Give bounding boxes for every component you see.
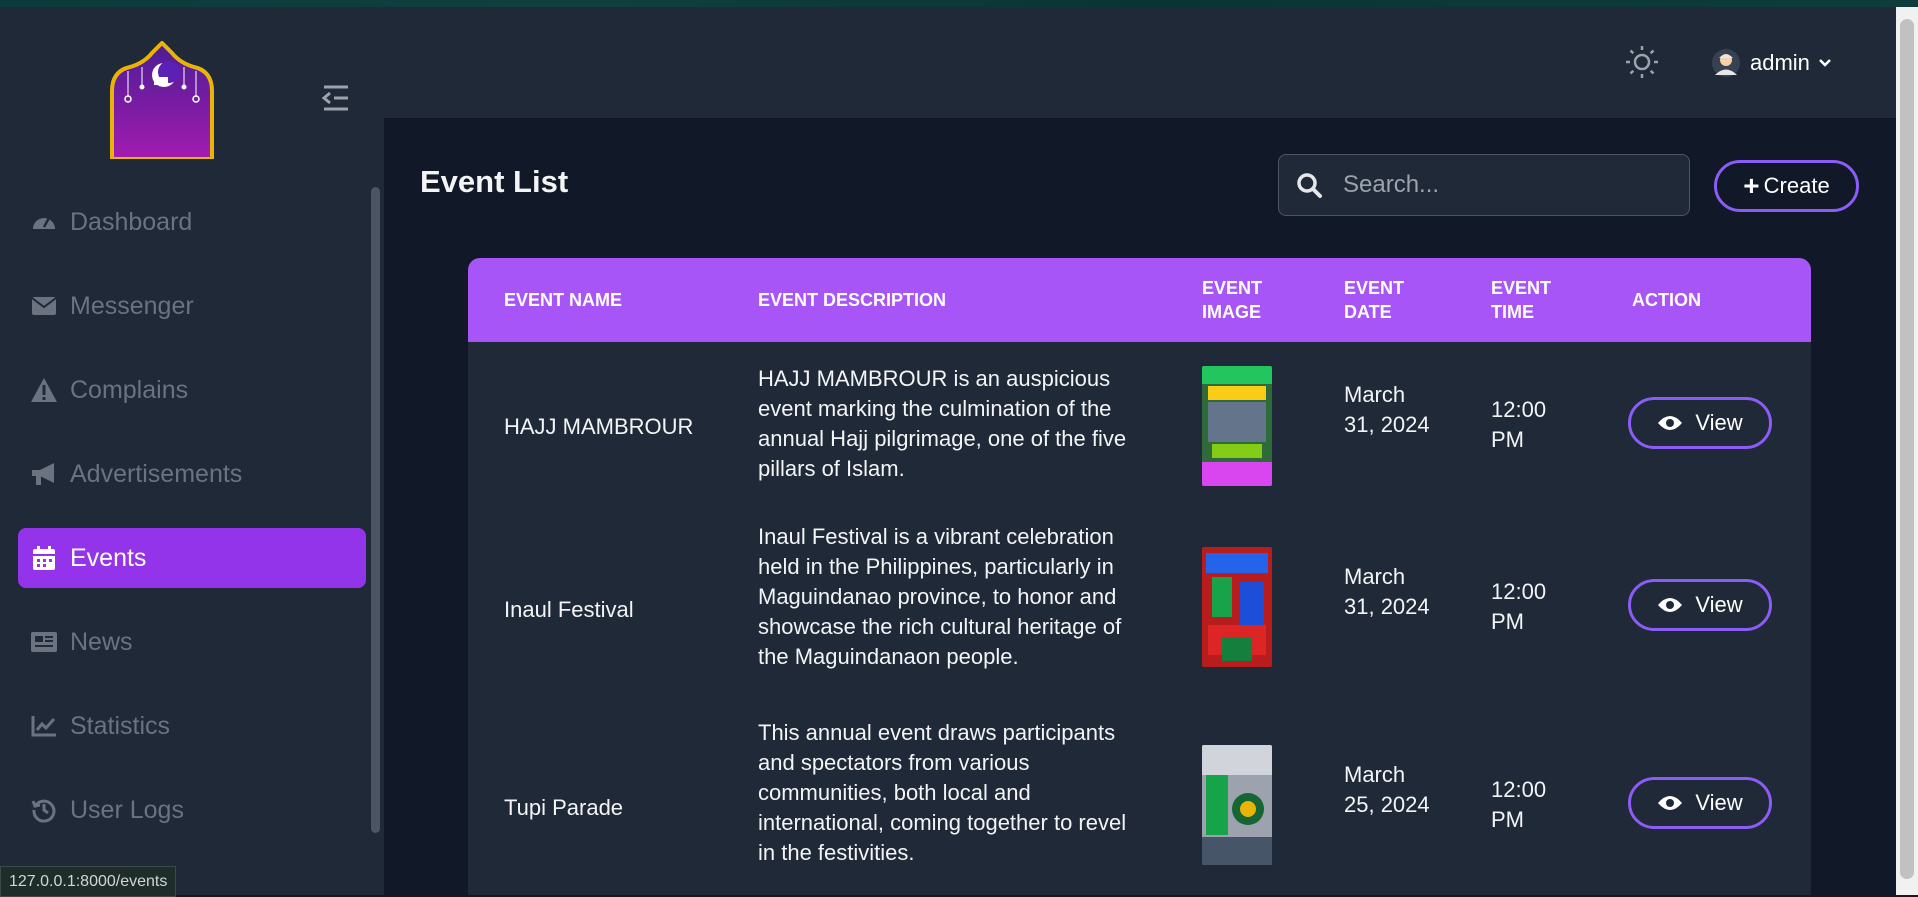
search-box [1278,154,1690,216]
history-icon [30,796,58,824]
plus-icon: + [1743,170,1760,201]
view-button[interactable]: View [1628,397,1772,449]
eye-icon [1658,598,1683,612]
sidebar-collapse-icon[interactable] [320,83,352,113]
chart-line-icon [30,712,58,740]
event-name-cell: HAJJ MAMBROUR [504,414,694,439]
chevron-down-icon [1819,59,1831,67]
table-header: EVENT NAME EVENT DESCRIPTION EVENT IMAGE… [468,258,1811,342]
event-description-cell: This annual event draws participants and… [758,720,1127,865]
table-row: Inaul Festival Inaul Festival is a vibra… [468,524,1811,722]
event-time-cell: 12:00 PM [1491,579,1547,634]
header-event-name: EVENT NAME [504,290,623,310]
header-event-time: EVENT TIME [1491,258,1551,342]
event-time-cell: 12:00 PM [1491,777,1547,832]
search-icon [1297,173,1322,198]
eye-icon [1658,416,1683,430]
table-row: HAJJ MAMBROUR HAJJ MAMBROUR is an auspic… [468,342,1811,524]
sidebar-nav: Dashboard Messenger Complains Advertisem… [18,192,366,864]
newspaper-icon [30,628,58,656]
eye-icon [1658,796,1683,810]
sidebar-item-events[interactable]: Events [18,528,366,588]
event-name-cell: Tupi Parade [504,795,624,820]
events-table: EVENT NAME EVENT DESCRIPTION EVENT IMAGE… [468,258,1811,895]
header-line: EVENT [1491,278,1552,298]
sidebar-item-messenger[interactable]: Messenger [18,276,366,336]
header-line: EVENT [1344,278,1405,298]
header-event-image: EVENT IMAGE [1202,258,1262,342]
sidebar-item-label: Dashboard [70,207,193,236]
event-image-thumbnail[interactable] [1202,366,1272,486]
browser-top-strip [0,0,1918,7]
sidebar-item-news[interactable]: News [18,612,366,672]
create-button[interactable]: + Create [1714,160,1859,212]
calendar-icon [30,544,58,572]
event-date-cell: March 31, 2024 [1344,564,1430,619]
sidebar-item-label: Events [70,543,147,572]
sidebar-item-label: Complains [70,375,189,404]
event-image-thumbnail[interactable] [1202,745,1272,865]
create-button-label: Create [1763,173,1830,198]
header-event-description: EVENT DESCRIPTION [758,290,947,310]
header-line: IMAGE [1202,302,1262,322]
mosque-logo-icon [110,41,214,159]
sidebar-item-label: Messenger [70,291,194,320]
user-name: admin [1750,50,1810,75]
sidebar-item-label: User Logs [70,795,184,824]
event-date-cell: March 25, 2024 [1344,762,1430,817]
view-button-label: View [1695,592,1743,617]
sidebar-item-label: Advertisements [70,459,243,488]
header-action: ACTION [1632,290,1701,310]
top-header [384,7,1896,118]
sidebar-item-label: Statistics [70,711,171,740]
avatar [1712,49,1740,77]
table-row: Tupi Parade This annual event draws part… [468,720,1811,895]
sidebar-item-label: News [70,627,133,656]
sidebar: Dashboard Messenger Complains Advertisem… [0,7,384,895]
status-bar-url: 127.0.0.1:8000/events [0,866,177,897]
event-time-cell: 12:00 PM [1491,397,1547,452]
event-image-thumbnail[interactable] [1202,547,1272,667]
user-menu[interactable]: admin [1712,46,1832,80]
warning-icon [30,376,58,404]
event-description-cell: Inaul Festival is a vibrant celebration … [758,524,1122,669]
page-title: Event List [420,164,569,199]
page-scrollbar-thumb[interactable] [1900,19,1914,879]
search-input[interactable] [1341,170,1665,200]
envelope-icon [30,292,58,320]
header-line: DATE [1344,302,1392,322]
view-button-label: View [1695,790,1743,815]
header-line: TIME [1491,302,1534,322]
header-event-date: EVENT DATE [1344,258,1404,342]
sidebar-scrollbar[interactable] [371,187,380,833]
event-name-cell: Inaul Festival [504,597,634,622]
view-button-label: View [1695,410,1743,435]
page-scrollbar[interactable] [1896,7,1918,895]
dashboard-gauge-icon [30,208,58,236]
sidebar-item-dashboard[interactable]: Dashboard [18,192,366,252]
sidebar-item-advertisements[interactable]: Advertisements [18,444,366,504]
view-button[interactable]: View [1628,579,1772,631]
megaphone-icon [30,460,58,488]
view-button[interactable]: View [1628,777,1772,829]
sidebar-item-complains[interactable]: Complains [18,360,366,420]
sidebar-item-statistics[interactable]: Statistics [18,696,366,756]
event-date-cell: March 31, 2024 [1344,382,1430,437]
event-description-cell: HAJJ MAMBROUR is an auspicious event mar… [758,366,1127,481]
sun-theme-toggle-icon[interactable] [1625,45,1659,79]
sidebar-item-user-logs[interactable]: User Logs [18,780,366,840]
header-line: EVENT [1202,278,1263,298]
